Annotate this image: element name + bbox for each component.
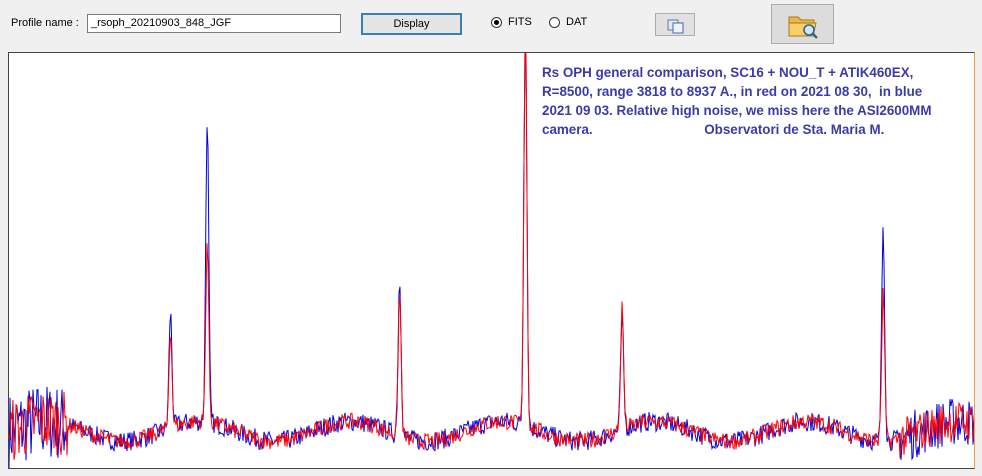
annotation-line: Rs OPH general comparison, SC16 + NOU_T … <box>542 65 914 80</box>
annotation-line: R=8500, range 3818 to 8937 A., in red on… <box>542 84 923 99</box>
annotation-line: 2021 09 03. Relative high noise, we miss… <box>542 103 932 118</box>
profile-name-input[interactable]: _rsoph_20210903_848_JGF <box>87 14 341 33</box>
dat-radio[interactable]: DAT <box>549 16 587 28</box>
display-button[interactable]: Display <box>361 13 462 35</box>
folder-search-icon <box>788 16 818 39</box>
dat-radio-label: DAT <box>566 16 588 28</box>
copy-icon <box>667 19 684 34</box>
fits-radio[interactable]: FITS <box>491 16 532 28</box>
annotation-line: camera. Observatori de Sta. Maria M. <box>542 122 885 137</box>
copy-button[interactable] <box>655 13 695 36</box>
dat-radio-dot[interactable] <box>549 16 560 28</box>
fits-radio-label: FITS <box>508 16 532 28</box>
toolbar: Profile name : _rsoph_20210903_848_JGF D… <box>0 0 982 50</box>
open-file-button[interactable] <box>771 4 834 44</box>
profile-name-label: Profile name : <box>11 17 79 29</box>
fits-radio-dot[interactable] <box>491 16 502 28</box>
spectrum-plot[interactable]: Rs OPH general comparison, SC16 + NOU_T … <box>8 52 975 469</box>
plot-annotation: Rs OPH general comparison, SC16 + NOU_T … <box>542 63 972 139</box>
